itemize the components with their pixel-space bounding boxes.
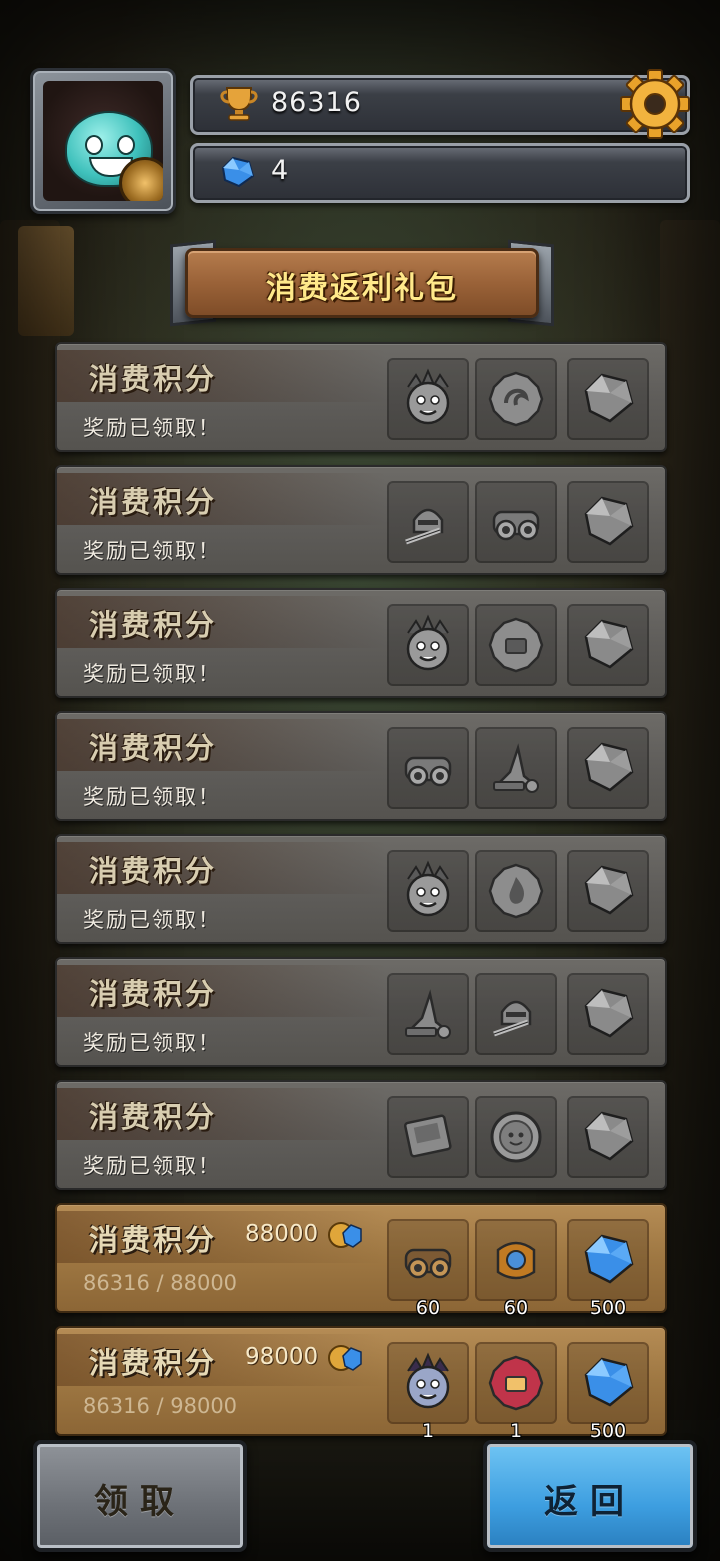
page-title: 消费返利礼包 (266, 271, 458, 306)
row-title: 消费积分 (89, 1100, 218, 1134)
reward-quantity: 500 (589, 1420, 627, 1442)
reward-slot[interactable] (387, 1096, 469, 1178)
reward-slot[interactable] (567, 850, 649, 932)
reward-row[interactable]: 消费积分奖励已领取！ (55, 588, 667, 698)
avatar-portrait (43, 81, 163, 201)
claimed-status: 奖励已领取！ (83, 1154, 221, 1178)
settings-gear-icon[interactable] (617, 66, 693, 142)
reward-slot[interactable]: 1 (475, 1342, 557, 1442)
row-title: 消费积分 (89, 977, 218, 1011)
claim-button-label: 领取 (94, 1482, 186, 1522)
reward-row[interactable]: 消费积分奖励已领取！ (55, 1080, 667, 1190)
reward-slot[interactable] (475, 358, 557, 440)
claimed-status: 奖励已领取！ (83, 785, 221, 809)
player-avatar[interactable] (30, 68, 176, 214)
reward-slot[interactable] (475, 973, 557, 1055)
reward-slot[interactable] (475, 604, 557, 686)
row-title: 消费积分 (89, 1223, 218, 1257)
coin-gem-icon (328, 1345, 362, 1371)
reward-row[interactable]: 消费积分 88000 86316 / 88000 60 60 500 (55, 1203, 667, 1319)
reward-row[interactable]: 消费积分奖励已领取！ (55, 834, 667, 944)
claimed-status: 奖励已领取！ (83, 1031, 221, 1055)
reward-slot[interactable] (387, 973, 469, 1055)
title-banner: 消费返利礼包 (185, 248, 539, 318)
row-title: 消费积分 (89, 1346, 218, 1380)
reward-slot[interactable] (387, 850, 469, 932)
trophy-count: 86316 (271, 87, 362, 118)
background-shelf (0, 220, 60, 1420)
row-title: 消费积分 (89, 362, 218, 396)
reward-slot[interactable]: 500 (567, 1219, 649, 1319)
reward-slot[interactable] (567, 358, 649, 440)
reward-row[interactable]: 消费积分 98000 86316 / 98000 1 1 500 (55, 1326, 667, 1442)
reward-slot[interactable] (475, 481, 557, 563)
reward-quantity: 60 (415, 1297, 441, 1319)
reward-row[interactable]: 消费积分奖励已领取！ (55, 711, 667, 821)
reward-row[interactable]: 消费积分奖励已领取！ (55, 342, 667, 452)
reward-slot[interactable]: 1 (387, 1342, 469, 1442)
trophy-bar: 86316 (190, 69, 690, 139)
reward-slot[interactable] (567, 727, 649, 809)
gem-bar: 4 (190, 143, 690, 203)
claimed-status: 奖励已领取！ (83, 539, 221, 563)
background-shelf (660, 220, 720, 1420)
reward-slot[interactable]: 60 (475, 1219, 557, 1319)
claimed-status: 奖励已领取！ (83, 416, 221, 440)
reward-row[interactable]: 消费积分奖励已领取！ (55, 957, 667, 1067)
progress-text: 86316 / 88000 (83, 1271, 238, 1295)
reward-slot[interactable] (387, 727, 469, 809)
row-title: 消费积分 (89, 854, 218, 888)
reward-slot[interactable] (387, 604, 469, 686)
background-bottle (18, 226, 74, 336)
claimed-status: 奖励已领取！ (83, 662, 221, 686)
claimed-status: 奖励已领取！ (83, 908, 221, 932)
row-title: 消费积分 (89, 608, 218, 642)
reward-slot[interactable] (475, 727, 557, 809)
gem-count: 4 (271, 155, 290, 186)
reward-slot[interactable] (475, 850, 557, 932)
reward-row[interactable]: 消费积分奖励已领取！ (55, 465, 667, 575)
trophy-icon (220, 87, 258, 121)
claim-button[interactable]: 领取 (33, 1440, 247, 1552)
reward-quantity: 1 (421, 1420, 435, 1442)
reward-quantity: 1 (509, 1420, 523, 1442)
gem-icon (221, 156, 255, 188)
row-title: 消费积分 (89, 485, 218, 519)
reward-quantity: 500 (589, 1297, 627, 1319)
reward-slot[interactable]: 500 (567, 1342, 649, 1442)
reward-slot[interactable] (387, 481, 469, 563)
reward-slot[interactable] (567, 604, 649, 686)
reward-slot[interactable]: 60 (387, 1219, 469, 1319)
reward-slot[interactable] (387, 358, 469, 440)
reward-slot[interactable] (567, 973, 649, 1055)
reward-slot[interactable] (475, 1096, 557, 1178)
required-points: 98000 (245, 1344, 319, 1370)
row-title: 消费积分 (89, 731, 218, 765)
reward-slot[interactable] (567, 1096, 649, 1178)
back-button-label: 返回 (544, 1482, 636, 1522)
progress-text: 86316 / 98000 (83, 1394, 238, 1418)
coin-gem-icon (328, 1222, 362, 1248)
reward-quantity: 60 (503, 1297, 529, 1319)
reward-slot[interactable] (567, 481, 649, 563)
required-points: 88000 (245, 1221, 319, 1247)
back-button[interactable]: 返回 (483, 1440, 697, 1552)
